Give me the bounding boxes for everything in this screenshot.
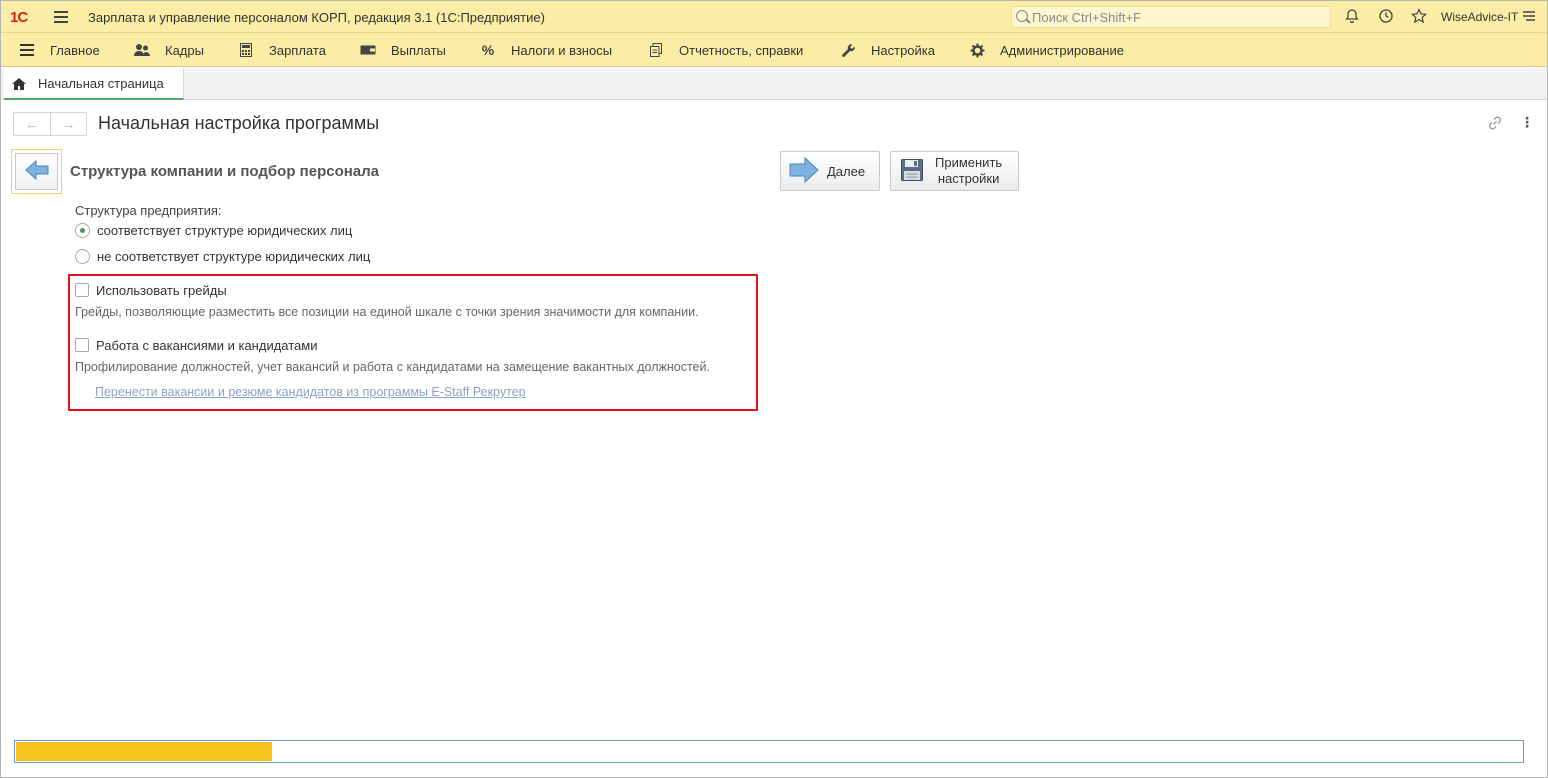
page-title: Начальная настройка программы xyxy=(98,113,380,133)
tab-label: Начальная страница xyxy=(38,76,164,91)
radio-label: не соответствует структуре юридических л… xyxy=(97,248,371,264)
people-icon xyxy=(133,41,151,59)
progress-fill xyxy=(16,742,273,761)
blue-arrow-right-icon xyxy=(789,156,819,186)
search-icon xyxy=(1016,10,1028,22)
use-grades-checkbox-row[interactable]: Использовать грейды xyxy=(75,281,227,299)
menu-item-label: Зарплата xyxy=(269,42,326,58)
menu-item-salary[interactable]: Зарплата xyxy=(237,33,326,67)
settings-menu-icon[interactable] xyxy=(1520,8,1538,26)
search-input[interactable] xyxy=(1032,8,1322,26)
arrow-left-icon: ← xyxy=(24,116,39,132)
section-menu: Главное Кадры Зарплата Выплаты % Налоги … xyxy=(1,33,1547,67)
link-icon[interactable] xyxy=(1487,115,1503,131)
hamburger-icon xyxy=(18,41,36,59)
next-button-label: Далее xyxy=(827,163,866,179)
menu-item-taxes[interactable]: % Налоги и взносы xyxy=(479,33,612,67)
use-grades-checkbox[interactable] xyxy=(75,283,89,297)
menu-item-label: Налоги и взносы xyxy=(511,42,613,58)
menu-item-label: Настройка xyxy=(871,42,935,58)
menu-item-personnel[interactable]: Кадры xyxy=(133,33,204,67)
structure-label: Структура предприятия: xyxy=(75,203,222,218)
user-name[interactable]: WiseAdvice-IT xyxy=(1441,10,1518,24)
previous-step-button[interactable] xyxy=(11,149,62,194)
main-menu-icon[interactable] xyxy=(54,11,68,23)
calculator-icon xyxy=(237,41,255,59)
percent-icon: % xyxy=(481,42,495,58)
gear-icon xyxy=(968,41,986,59)
blue-arrow-left-icon xyxy=(24,159,49,184)
radio-label: соответствует структуре юридических лиц xyxy=(97,222,353,238)
more-actions-icon[interactable]: ⋮ xyxy=(1520,114,1534,132)
vacancies-hint: Профилирование должностей, учет вакансий… xyxy=(75,360,710,374)
title-bar: 1С Зарплата и управление персоналом КОРП… xyxy=(1,1,1547,33)
tab-home[interactable]: Начальная страница xyxy=(4,68,184,100)
history-icon[interactable] xyxy=(1377,8,1395,26)
history-nav: ← → xyxy=(13,112,87,136)
section-title: Структура компании и подбор персонала xyxy=(70,163,380,180)
transfer-from-estaff-link[interactable]: Перенести вакансии и резюме кандидатов и… xyxy=(95,385,526,399)
wallet-icon xyxy=(359,41,377,59)
radio-not-matches-legal-entities[interactable]: не соответствует структуре юридических л… xyxy=(75,247,370,265)
menu-item-label: Главное xyxy=(50,42,100,58)
menu-item-label: Администрирование xyxy=(1000,42,1124,58)
open-tabs-bar: Начальная страница xyxy=(1,68,1547,100)
menu-item-label: Отчетность, справки xyxy=(679,42,804,58)
checkbox-label: Работа с вакансиями и кандидатами xyxy=(96,337,318,353)
menu-item-label: Кадры xyxy=(165,42,204,58)
star-icon[interactable] xyxy=(1410,8,1428,26)
menu-item-payments[interactable]: Выплаты xyxy=(359,33,446,67)
floppy-disk-icon xyxy=(901,158,923,184)
vacancies-checkbox[interactable] xyxy=(75,338,89,352)
reports-icon xyxy=(647,41,665,59)
vacancies-checkbox-row[interactable]: Работа с вакансиями и кандидатами xyxy=(75,336,317,354)
apply-label-line2: настройки xyxy=(937,171,1000,186)
menu-item-reports[interactable]: Отчетность, справки xyxy=(647,33,803,67)
home-icon xyxy=(12,78,26,90)
radio-button[interactable] xyxy=(75,222,90,238)
menu-item-administration[interactable]: Администрирование xyxy=(968,33,1124,67)
wrench-icon xyxy=(839,41,857,59)
search-box[interactable] xyxy=(1011,6,1331,28)
apply-label-line1: Применить xyxy=(935,155,1003,170)
forward-nav-button[interactable]: → xyxy=(49,113,86,135)
apply-settings-label: Применить настройки xyxy=(935,155,1002,187)
apply-settings-button[interactable]: Применить настройки xyxy=(890,151,1019,191)
back-nav-button[interactable]: ← xyxy=(14,113,50,135)
bell-icon[interactable] xyxy=(1343,8,1361,26)
radio-matches-legal-entities[interactable]: соответствует структуре юридических лиц xyxy=(75,221,352,239)
menu-item-label: Выплаты xyxy=(391,42,446,58)
next-button[interactable]: Далее xyxy=(780,151,880,191)
arrow-right-icon: → xyxy=(61,116,76,132)
progress-bar xyxy=(14,740,1524,763)
menu-item-main[interactable]: Главное xyxy=(18,33,100,67)
menu-item-settings[interactable]: Настройка xyxy=(839,33,935,67)
checkbox-label: Использовать грейды xyxy=(96,282,227,298)
app-title: Зарплата и управление персоналом КОРП, р… xyxy=(88,10,545,25)
grades-hint: Грейды, позволяющие разместить все позиц… xyxy=(75,305,699,319)
radio-button[interactable] xyxy=(75,248,90,264)
1c-logo: 1С xyxy=(10,9,28,26)
